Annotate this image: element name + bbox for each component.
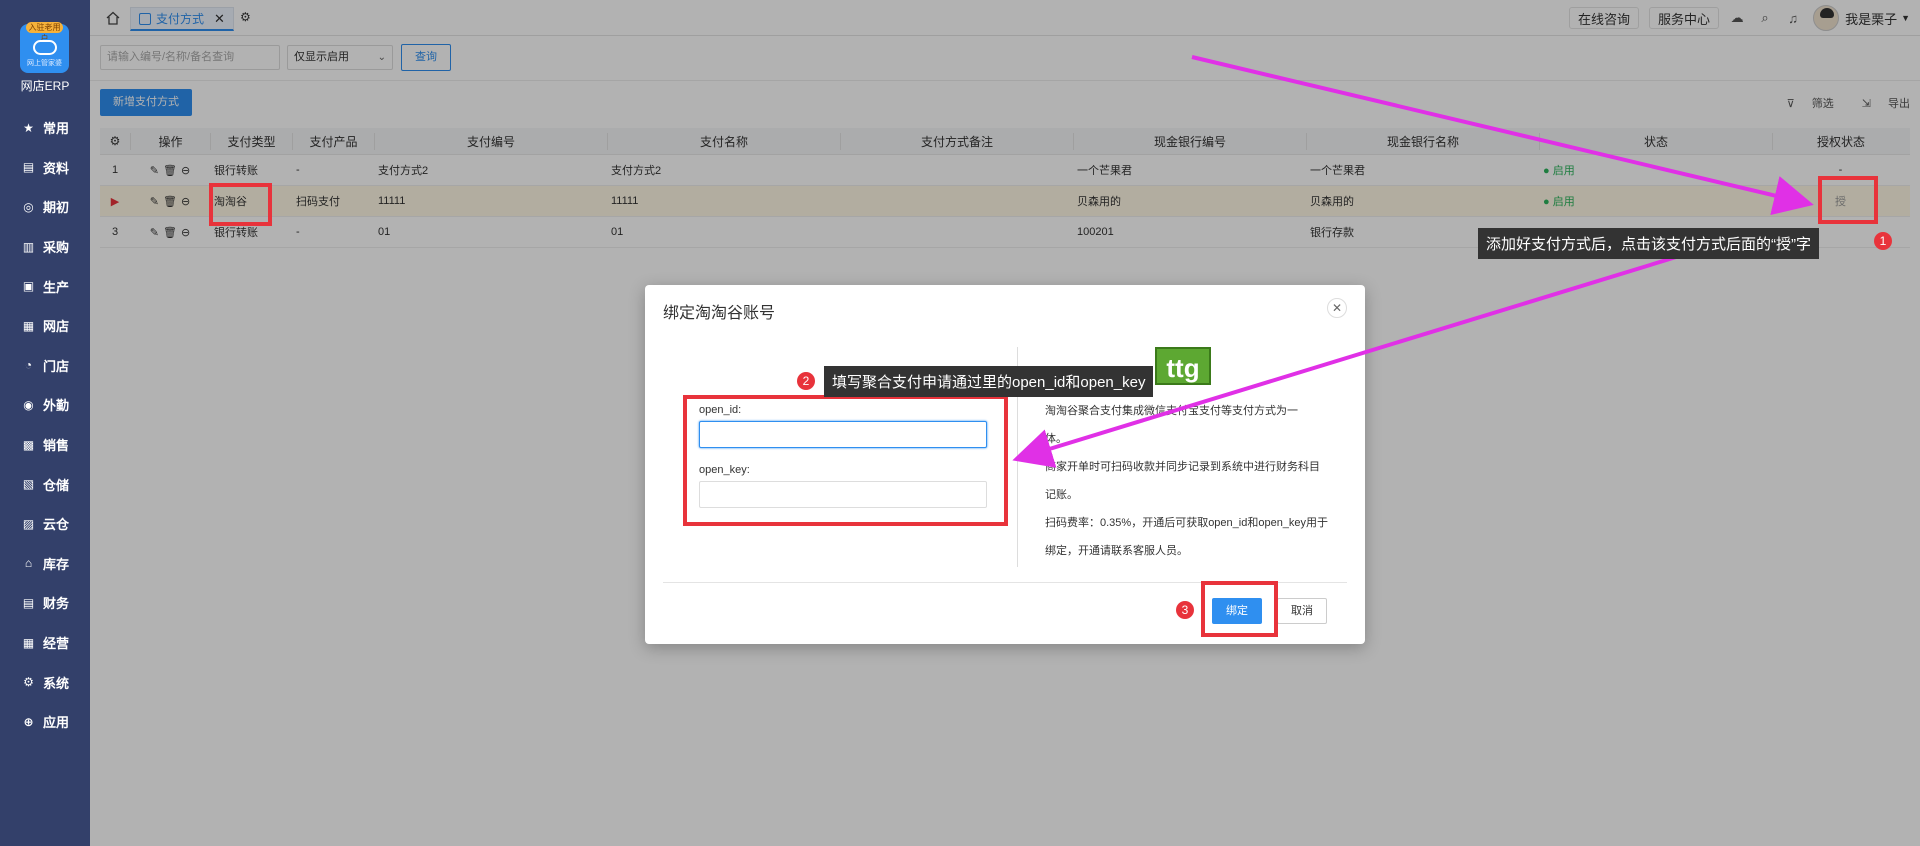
divider: [663, 582, 1347, 583]
step3-number: 3: [1176, 601, 1194, 619]
sidebar-item-system[interactable]: ⚙ 系统: [0, 662, 90, 702]
sidebar-item-label: 资料: [43, 160, 70, 176]
field-icon: ◉: [23, 397, 34, 412]
sidebar-item-label: 期初: [43, 200, 70, 216]
system-icon: ⚙: [23, 675, 34, 690]
sidebar-item-label: 常用: [43, 121, 70, 137]
sidebar-item-common[interactable]: ★ 常用: [0, 108, 90, 148]
sidebar-item-label: 生产: [43, 279, 70, 295]
purchase-icon: ▥: [22, 239, 35, 254]
sidebar-item-label: 外勤: [43, 398, 70, 414]
sidebar-item-label: 仓储: [43, 477, 70, 493]
description-line: 记账。: [1045, 489, 1078, 501]
period-icon: ◎: [23, 199, 34, 214]
sidebar-item-apps[interactable]: ⊕ 应用: [0, 702, 90, 742]
finance-icon: ▤: [22, 595, 35, 610]
sidebar-item-label: 应用: [43, 715, 70, 731]
sidebar-item-label: 门店: [43, 358, 70, 374]
sidebar-item-period[interactable]: ◎ 期初: [0, 187, 90, 227]
business-icon: ▦: [22, 635, 35, 650]
cancel-button[interactable]: 取消: [1277, 598, 1327, 624]
sidebar-item-label: 系统: [43, 675, 70, 691]
apps-icon: ⊕: [23, 714, 34, 729]
sidebar-item-sales[interactable]: ▩ 销售: [0, 425, 90, 465]
logo-badge: 入驻老用户: [26, 22, 63, 43]
logo-subtitle: 网上管家婆: [27, 60, 62, 67]
sidebar-item-eshop[interactable]: ▦ 网店: [0, 306, 90, 346]
step1-callout: 添加好支付方式后，点击该支付方式后面的“授”字: [1478, 228, 1819, 259]
bind-button[interactable]: 绑定: [1212, 598, 1262, 624]
inventory-icon: ⌂: [24, 556, 33, 571]
sidebar-nav: ★ 常用 ▤ 资料 ◎ 期初 ▥ 采购 ▣ 生产 ▦ 网店 ◔ 门店 ◉ 外勤 ▩ 销售 ▧ 仓储 …: [0, 108, 90, 742]
sidebar-item-label: 财务: [43, 596, 70, 612]
sidebar-item-production[interactable]: ▣ 生产: [0, 266, 90, 306]
sidebar-item-business[interactable]: ▦ 经营: [0, 623, 90, 663]
description-line: 淘淘谷聚合支付集成微信支付宝支付等支付方式为一: [1045, 405, 1298, 417]
step2-callout: 填写聚合支付申请通过里的open_id和open_key: [824, 366, 1154, 397]
sidebar-item-label: 销售: [43, 438, 70, 454]
cloud-icon: [33, 40, 57, 55]
cloud-warehouse-icon: ▨: [22, 516, 35, 531]
app-name: 网店ERP: [20, 79, 70, 93]
warehouse-icon: ▧: [22, 477, 35, 492]
ttg-logo: ttg: [1155, 347, 1211, 385]
shop-icon: ▦: [22, 318, 35, 333]
sidebar-item-label: 库存: [43, 556, 70, 572]
store-icon: ◔: [24, 358, 33, 373]
sales-icon: ▩: [22, 437, 35, 452]
bind-account-dialog: 绑定淘淘谷账号 ✕ open_id: open_key: ttg 淘淘谷聚合支付…: [645, 285, 1365, 644]
sidebar-item-finance[interactable]: ▤ 财务: [0, 583, 90, 623]
app-logo[interactable]: 入驻老用户 网上管家婆: [20, 22, 69, 73]
open-id-input[interactable]: [699, 421, 987, 448]
sidebar-item-field[interactable]: ◉ 外勤: [0, 385, 90, 425]
sidebar: 入驻老用户 网上管家婆 网店ERP ★ 常用 ▤ 资料 ◎ 期初 ▥ 采购 ▣ 生产 ▦ 网…: [0, 0, 90, 846]
sidebar-item-cloud-warehouse[interactable]: ▨ 云仓: [0, 504, 90, 544]
production-icon: ▣: [22, 279, 35, 294]
sidebar-item-label: 经营: [43, 636, 70, 652]
sidebar-item-label: 采购: [43, 240, 70, 256]
star-icon: ★: [23, 120, 34, 135]
step2-number: 2: [797, 372, 815, 390]
open-key-label: open_key:: [699, 464, 750, 476]
description-line: 体。: [1045, 433, 1067, 445]
sidebar-item-label: 网店: [43, 319, 70, 335]
sidebar-item-warehouse[interactable]: ▧ 仓储: [0, 464, 90, 504]
sidebar-item-label: 云仓: [43, 517, 70, 533]
file-icon: ▤: [22, 160, 35, 175]
sidebar-item-store[interactable]: ◔ 门店: [0, 346, 90, 386]
description-line: 绑定，开通请联系客服人员。: [1045, 545, 1188, 557]
description-line: 扫码费率：0.35%，开通后可获取open_id和open_key用于: [1045, 517, 1329, 529]
service-description: 淘淘谷聚合支付集成微信支付宝支付等支付方式为一 体。 商家开单时可扫码收款并同步…: [1045, 397, 1335, 565]
bind-form: open_id: open_key:: [699, 404, 987, 524]
open-id-label: open_id:: [699, 404, 742, 416]
close-icon[interactable]: ✕: [1327, 298, 1347, 318]
dialog-title: 绑定淘淘谷账号: [663, 305, 776, 322]
open-key-input[interactable]: [699, 481, 987, 508]
sidebar-item-data[interactable]: ▤ 资料: [0, 148, 90, 188]
step1-number: 1: [1874, 232, 1892, 250]
sidebar-item-purchase[interactable]: ▥ 采购: [0, 227, 90, 267]
description-line: 商家开单时可扫码收款并同步记录到系统中进行财务科目: [1045, 461, 1320, 473]
sidebar-item-inventory[interactable]: ⌂ 库存: [0, 544, 90, 584]
